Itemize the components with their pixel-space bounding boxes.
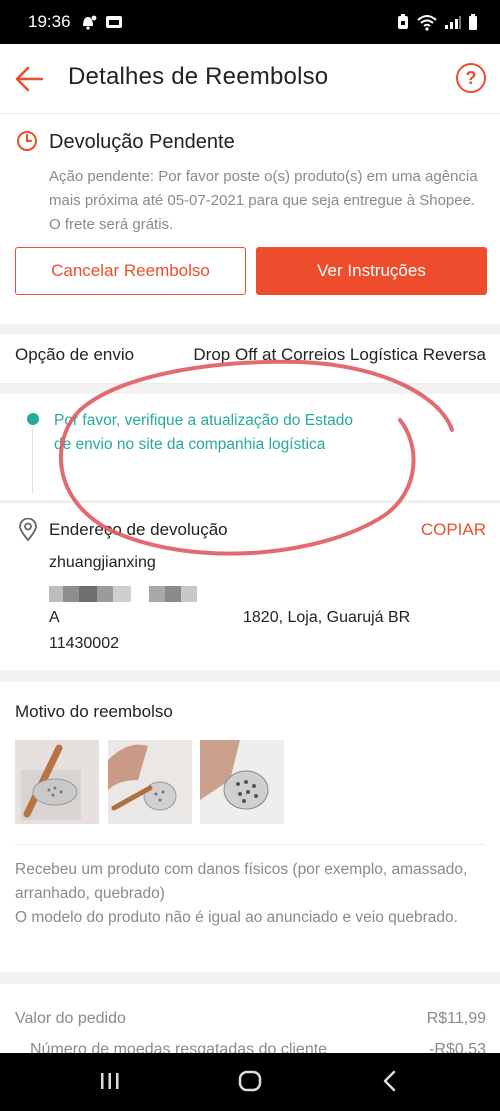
tracking-message: Por favor, verifique a atualização do Es… (54, 412, 353, 453)
clock-time: 19:36 (28, 12, 71, 31)
cancel-refund-button[interactable]: Cancelar Reembolso (15, 247, 246, 295)
product-photo[interactable] (200, 740, 284, 824)
refund-reason-title: Motivo do reembolso (15, 702, 173, 721)
refund-reason-line: Recebeu um produto com danos físicos (po… (15, 861, 468, 902)
notification-icon (82, 15, 96, 30)
return-address-title: Endereço de devolução (49, 520, 228, 539)
product-photo[interactable] (15, 740, 99, 824)
shipping-option-row: Opção de envio Drop Off at Correios Logí… (0, 334, 500, 384)
alarm-icon (398, 14, 408, 29)
refund-reason-text: Recebeu um produto com danos físicos (po… (15, 858, 485, 930)
recent-apps-icon[interactable] (98, 1067, 122, 1095)
signal-icon (445, 16, 461, 29)
shipping-option-label: Opção de envio (15, 345, 135, 364)
return-address-card: Endereço de devolução COPIAR zhuangjianx… (0, 502, 500, 670)
back-nav-icon[interactable] (378, 1067, 402, 1095)
address-street-end: 1820, Loja, Guarujá BR (243, 609, 411, 626)
wifi-icon (417, 15, 437, 31)
back-arrow-icon[interactable] (14, 64, 46, 94)
app-header: Detalhes de Reembolso ? (0, 44, 500, 114)
location-pin-icon (19, 518, 37, 542)
page-title: Detalhes de Reembolso (68, 63, 329, 90)
tracking-status-dot (27, 413, 39, 425)
divider (15, 844, 485, 845)
help-button[interactable]: ? (456, 63, 486, 93)
status-description: Ação pendente: Por favor poste o(s) prod… (49, 168, 478, 233)
order-value: R$11,99 (426, 1010, 486, 1027)
redacted-phone (49, 586, 197, 602)
home-icon[interactable] (236, 1067, 264, 1095)
status-bar: 19:36 (0, 0, 500, 44)
order-value-label: Valor do pedido (15, 1010, 126, 1027)
recipient-name: zhuangjianxing (49, 554, 156, 571)
battery-icon (469, 14, 477, 30)
address-zip: 11430002 (49, 635, 119, 652)
copy-address-button[interactable]: COPIAR (421, 520, 486, 540)
tracking-timeline-line (32, 428, 33, 494)
refund-status-card: Devolução Pendente Ação pendente: Por fa… (0, 114, 500, 324)
refund-reason-card: Motivo do reembolso Recebeu um produto c… (0, 682, 500, 972)
view-instructions-button[interactable]: Ver Instruções (256, 247, 487, 295)
tracking-info: Por favor, verifique a atualização do Es… (0, 394, 500, 500)
address-street-start: A (49, 609, 60, 626)
status-title: Devolução Pendente (49, 131, 235, 153)
product-photo[interactable] (108, 740, 192, 824)
system-nav-bar (0, 1053, 500, 1111)
clock-icon (17, 131, 37, 151)
refund-reason-line: O modelo do produto não é igual ao anunc… (15, 909, 458, 926)
shipping-option-value: Drop Off at Correios Logística Reversa (193, 345, 486, 364)
gallery-icon (105, 16, 122, 28)
order-summary: Valor do pedido R$11,99 Número de moedas… (0, 984, 500, 1058)
